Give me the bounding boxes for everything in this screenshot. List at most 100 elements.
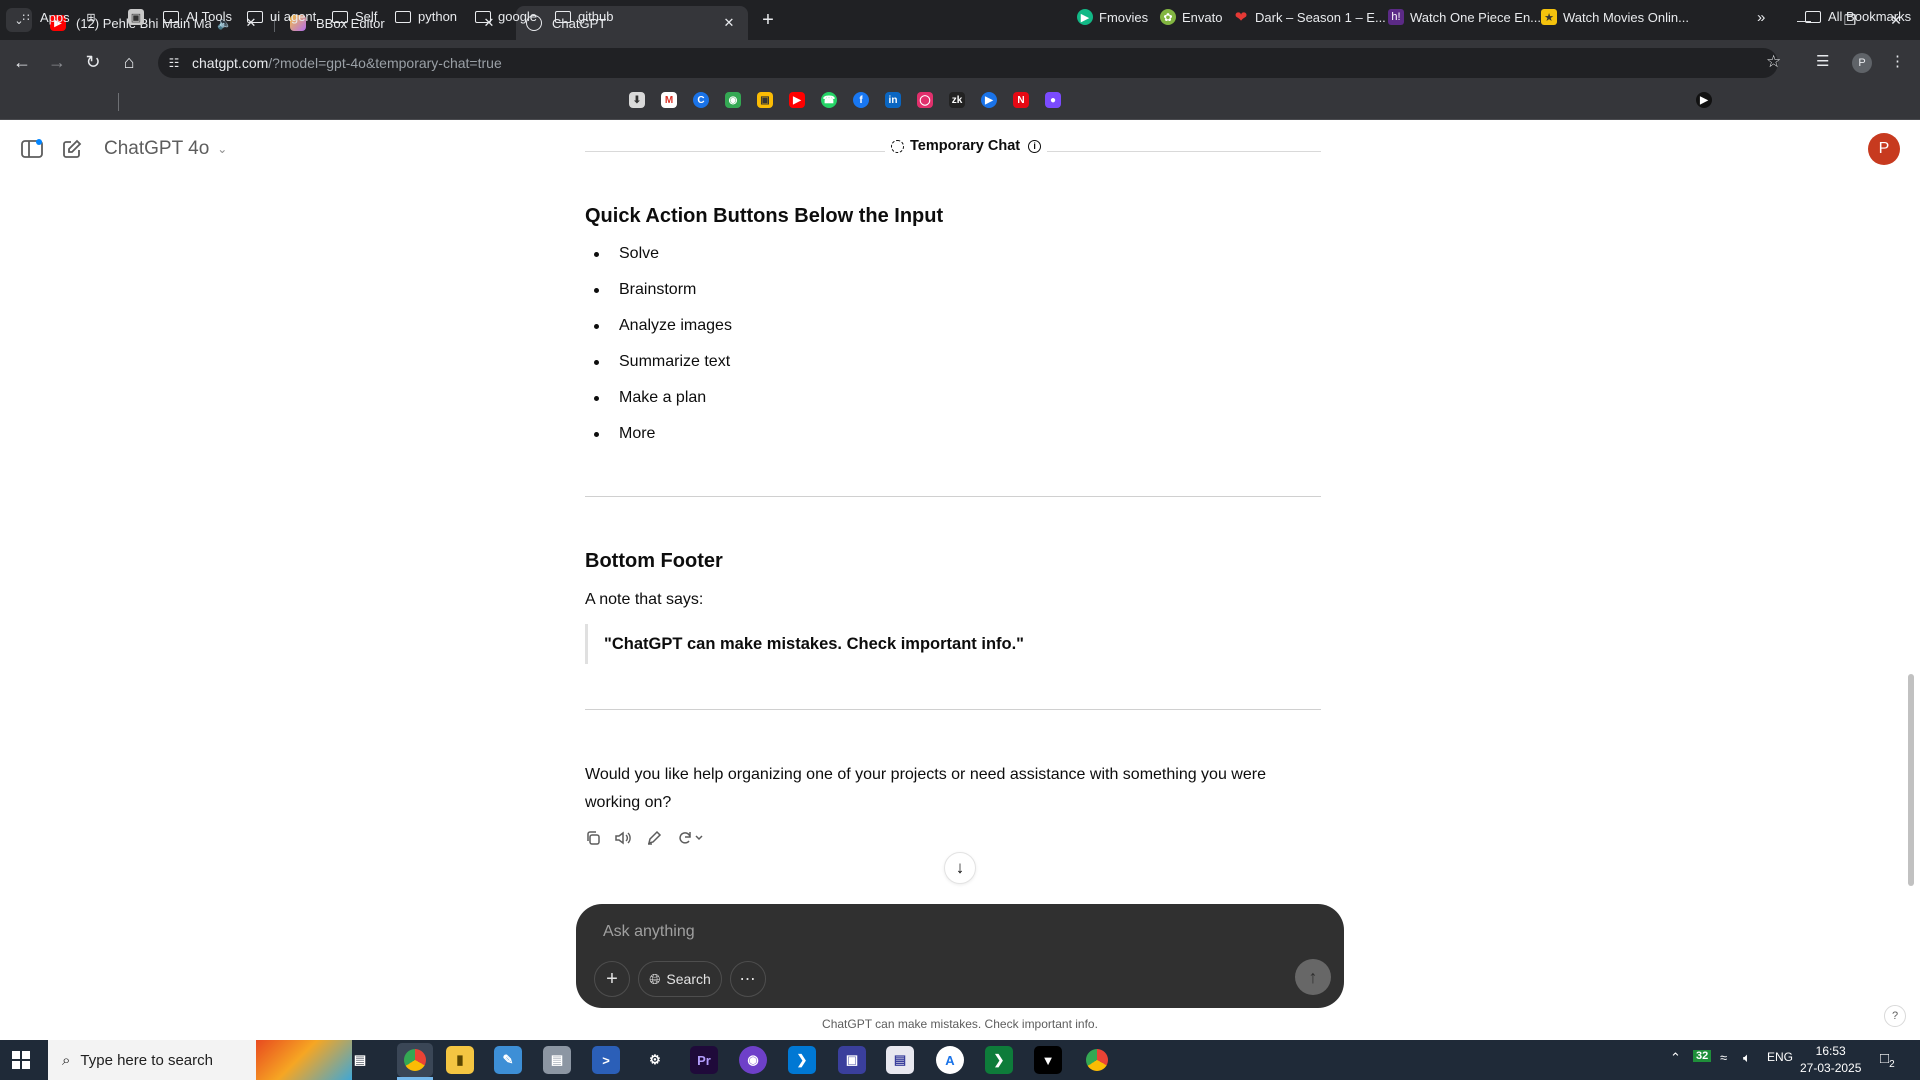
page-scrollbar[interactable] [1908, 674, 1914, 886]
vscode-icon[interactable]: ❯ [788, 1046, 816, 1074]
bookmark-folder-ai-tools[interactable]: AI Tools [163, 9, 232, 24]
bookmark-envato[interactable]: ✿ Envato [1160, 9, 1222, 25]
user-avatar[interactable]: P [1868, 133, 1900, 165]
bookmark-label: python [418, 9, 458, 24]
github-desktop-icon[interactable]: ◉ [739, 1046, 767, 1074]
attach-button[interactable]: + [594, 961, 630, 997]
section-divider [585, 496, 1321, 497]
colorful-site-icon[interactable]: ● [1045, 92, 1061, 108]
help-button[interactable]: ? [1884, 1005, 1906, 1027]
zk-site-icon[interactable]: zk [949, 92, 965, 108]
home-button[interactable]: ⌂ [117, 50, 141, 74]
sidebar-toggle-icon[interactable] [20, 138, 44, 160]
settings-gear-icon[interactable]: ⚙ [641, 1046, 669, 1074]
forward-button[interactable]: → [45, 50, 69, 74]
send-button[interactable]: ↑ [1295, 959, 1331, 995]
regenerate-icon[interactable] [676, 828, 708, 848]
bookmark-one-piece[interactable]: h! Watch One Piece En... [1388, 9, 1541, 25]
heart-icon: ❤ [1234, 9, 1248, 26]
bookmark-star-icon[interactable]: ☆ [1766, 52, 1781, 72]
bookmark-folder-github[interactable]: github [555, 9, 613, 24]
document-app-icon[interactable]: ▤ [886, 1046, 914, 1074]
facebook-icon[interactable]: f [853, 92, 869, 108]
temporary-chat-icon [891, 139, 904, 153]
reload-button[interactable]: ↻ [81, 50, 105, 74]
netflix-icon[interactable]: N [1013, 92, 1029, 108]
download-icon[interactable]: ⬇ [629, 92, 645, 108]
url-text[interactable]: chatgpt.com/?model=gpt-4o&temporary-chat… [192, 55, 502, 71]
more-tools-button[interactable]: ⋯ [730, 961, 766, 997]
bookmark-image[interactable]: ▣ [128, 9, 150, 25]
bookmark-movies[interactable]: ★ Watch Movies Onlin... [1541, 9, 1689, 25]
instagram-icon[interactable]: ◯ [917, 92, 933, 108]
new-tab-button[interactable]: + [757, 9, 779, 31]
maps-icon[interactable]: ◉ [725, 92, 741, 108]
pen-glyph [647, 830, 662, 845]
temperature-badge[interactable]: 32 [1693, 1050, 1712, 1062]
edit-canvas-icon[interactable] [644, 828, 664, 848]
folder-icon [395, 10, 411, 23]
notification-center-icon[interactable]: □2 [1880, 1050, 1895, 1070]
app-store-icon[interactable]: A [936, 1046, 964, 1074]
pencil-square-icon [63, 139, 82, 158]
temporary-chat-indicator[interactable]: Temporary Chat i [885, 138, 1048, 154]
model-selector[interactable]: ChatGPT 4o ⌄ [104, 138, 227, 160]
search-button[interactable]: 🌐︎ Search [638, 961, 722, 997]
browser-menu-icon[interactable]: ⋮ [1890, 52, 1905, 70]
wifi-icon[interactable]: ≈ [1720, 1050, 1727, 1065]
whatsapp-icon[interactable]: ☎ [821, 92, 837, 108]
gmail-icon[interactable]: M [661, 92, 677, 108]
play-circle-icon[interactable]: ▶ [1696, 92, 1712, 108]
search-highlight-image[interactable] [256, 1040, 352, 1080]
c-site-icon[interactable]: C [693, 92, 709, 108]
bookmark-folder-ui-agent[interactable]: ui agent [247, 9, 316, 24]
bookmark-folder-google[interactable]: google [475, 9, 537, 24]
tray-overflow-icon[interactable]: ⌃ [1670, 1050, 1681, 1066]
read-aloud-icon[interactable] [613, 828, 633, 848]
keep-icon[interactable]: ▣ [757, 92, 773, 108]
media-app-icon[interactable]: ▼ [1034, 1046, 1062, 1074]
browser-profile-avatar[interactable]: P [1852, 53, 1872, 73]
language-indicator[interactable]: ENG [1767, 1050, 1793, 1064]
back-button[interactable]: ← [10, 50, 34, 74]
tab-groups-icon[interactable]: ⊞ [83, 9, 105, 25]
system-clock[interactable]: 16:53 27-03-2025 [1800, 1043, 1861, 1077]
tab-youtube[interactable]: ▶ (12) Pehle Bhi Main Mashup 🔈 ✕ [40, 6, 270, 40]
taskbar-search-box[interactable]: ⌕ Type here to search [48, 1040, 256, 1080]
folder-icon [247, 10, 263, 23]
bookmark-folder-python[interactable]: python [395, 9, 457, 24]
arrow-up-icon: ↑ [1308, 966, 1318, 987]
bookmark-apps[interactable]: ∷ Apps [18, 9, 70, 25]
play-site-icon[interactable]: ▶ [981, 92, 997, 108]
chrome-secondary-icon[interactable] [1083, 1046, 1111, 1074]
bookmark-dark[interactable]: ❤ Dark – Season 1 – E... [1233, 9, 1386, 26]
chrome-taskbar-icon[interactable] [397, 1043, 433, 1077]
close-tab-icon[interactable]: ✕ [720, 14, 738, 32]
scroll-down-button[interactable]: ↓ [944, 852, 976, 884]
prompt-input[interactable] [603, 918, 1303, 946]
notes-app-icon[interactable]: ✎ [494, 1046, 522, 1074]
linkedin-icon[interactable]: in [885, 92, 901, 108]
volume-icon[interactable]: 🔈︎ [1743, 1050, 1751, 1066]
tab-chatgpt[interactable]: ChatGPT ✕ [516, 6, 748, 40]
windows-start-icon[interactable] [12, 1051, 30, 1069]
bookmark-all[interactable]: All Bookmarks [1805, 9, 1911, 24]
premiere-pro-icon[interactable]: Pr [690, 1046, 718, 1074]
file-explorer-icon[interactable]: ▮ [446, 1046, 474, 1074]
notification-count: 2 [1889, 1059, 1895, 1070]
list-item: Summarize text [585, 353, 730, 371]
youtube-bookmark-icon[interactable]: ▶ [789, 92, 805, 108]
media-control-icon[interactable]: ☰ [1816, 52, 1829, 70]
task-view-icon[interactable]: ▤ [346, 1046, 374, 1074]
copy-icon[interactable] [583, 828, 603, 848]
info-icon[interactable]: i [1028, 139, 1042, 153]
jetbrains-icon[interactable]: ▣ [838, 1046, 866, 1074]
vscode-insiders-icon[interactable]: ❯ [985, 1046, 1013, 1074]
site-info-icon[interactable]: ☷ [166, 55, 182, 71]
powershell-icon[interactable]: > [592, 1046, 620, 1074]
drive-app-icon[interactable]: ▤ [543, 1046, 571, 1074]
new-chat-icon[interactable] [60, 138, 84, 160]
bookmark-folder-self[interactable]: Self [332, 9, 377, 24]
bookmark-fmovies[interactable]: ▶ Fmovies [1077, 9, 1148, 25]
more-bookmarks-chevron-icon[interactable]: » [1757, 9, 1765, 26]
